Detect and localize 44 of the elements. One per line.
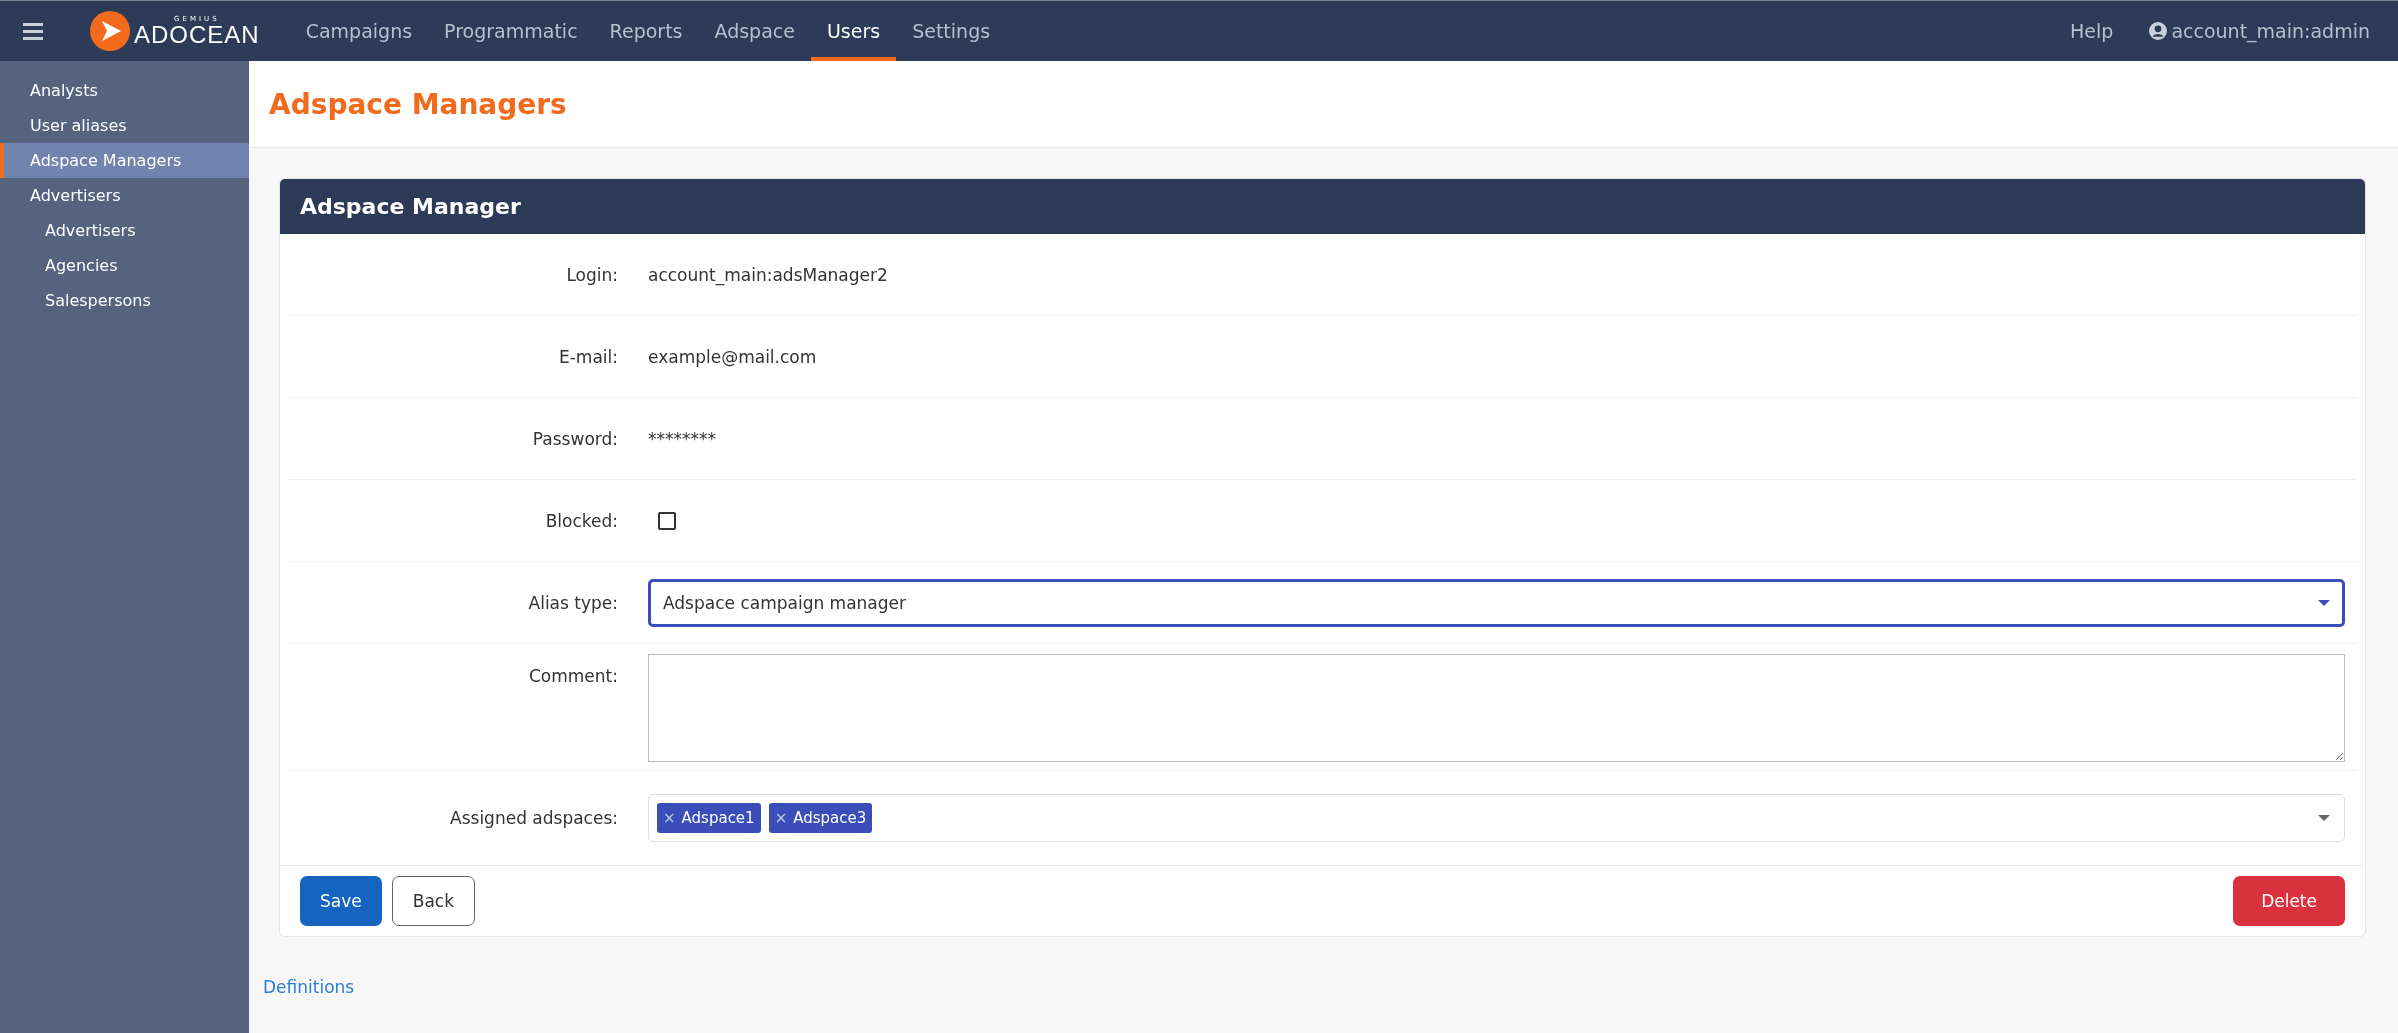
tag-label: Adspace3 [793,809,867,827]
nav-tab[interactable]: Reports [593,1,699,61]
sidebar-item[interactable]: Advertisers [0,213,249,248]
field-label: E-mail: [557,346,619,367]
field-value: ******** [648,428,716,449]
menu-icon [23,22,43,40]
nav-tab[interactable]: Settings [896,1,1007,61]
remove-tag-button[interactable]: × [774,809,788,827]
caret-icon [2318,815,2330,821]
page-title: Adspace Managers [269,87,567,121]
sidebar-item[interactable]: User aliases [0,108,249,143]
select-field[interactable]: Adspace campaign manager [648,578,2345,627]
nav-tab[interactable]: Programmatic [428,1,594,61]
remove-tag-button[interactable]: × [663,809,676,827]
caret-icon [2318,599,2330,606]
user-menu[interactable]: account_main:admin [2149,20,2370,42]
nav-tab[interactable]: Adspace [698,1,811,61]
field-label: Assigned adspaces: [449,808,619,828]
tags-field[interactable]: × Adspace1 × Adspace3 [648,794,2345,842]
save-button[interactable]: Save [300,876,382,926]
logo-icon [90,11,130,51]
comment-field[interactable] [648,654,2345,762]
card-header: Adspace Manager [280,179,2365,234]
definitions-link[interactable]: Definitions [263,977,355,997]
field-value: account_main:adsManager2 [648,264,888,285]
user-icon [2149,22,2168,40]
field-label: Login: [565,264,619,285]
help-link[interactable]: Help [2070,20,2114,42]
field-label: Blocked: [544,510,619,531]
sidebar-item[interactable]: Analysts [0,73,249,108]
back-button[interactable]: Back [391,876,475,926]
sidebar-item[interactable]: Agencies [0,248,249,283]
sidebar-item[interactable]: Salespersons [0,283,249,318]
field-label: Password: [531,428,619,449]
field-value: example@mail.com [648,346,817,367]
brand-name: ADOCEAN [134,22,260,47]
sidebar-item[interactable]: Advertisers [0,178,249,213]
field-label: Comment: [527,665,619,686]
nav-tab[interactable]: Campaigns [289,1,429,61]
tag-label: Adspace1 [681,809,755,827]
sidebar-item[interactable]: Adspace Managers [0,143,249,178]
delete-button[interactable]: Delete [2233,876,2345,926]
field-label: Alias type: [527,592,619,613]
checkbox[interactable] [658,511,676,530]
